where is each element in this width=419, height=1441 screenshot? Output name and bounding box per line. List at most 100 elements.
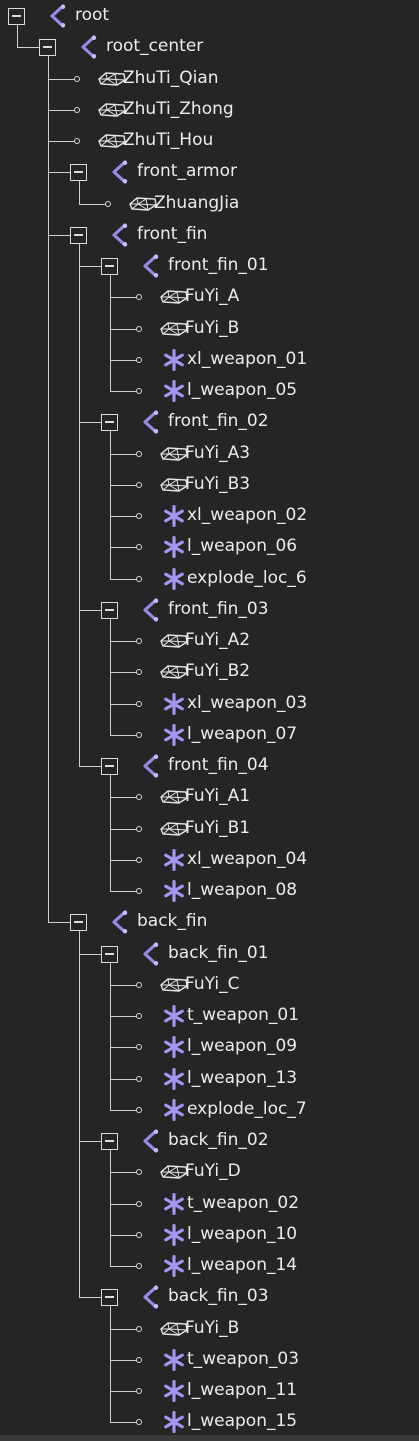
- locator-icon: [164, 1411, 184, 1434]
- leaf-node-dot: [74, 75, 80, 82]
- tree-branch-line: [79, 1297, 101, 1299]
- locator-icon: [164, 1380, 184, 1402]
- tree-branch-line: [110, 359, 137, 361]
- leaf-node-dot: [136, 513, 142, 519]
- tree-branch-line: [110, 1422, 137, 1424]
- collapse-toggle[interactable]: [101, 1289, 118, 1307]
- tree-branch-line: [110, 703, 137, 705]
- tree-node-label: t_weapon_03: [187, 1348, 300, 1369]
- tree-node-label: ZhuTi_Qian: [123, 67, 219, 88]
- tree-branch-line: [110, 891, 137, 892]
- tree-branch-line: [110, 1234, 137, 1236]
- tree-node-label: explode_loc_6: [187, 567, 307, 588]
- collapse-toggle[interactable]: [101, 1133, 118, 1150]
- collapse-toggle[interactable]: [70, 226, 87, 244]
- collapse-toggle[interactable]: [8, 8, 25, 25]
- tree-branch-line: [110, 734, 137, 736]
- tree-node-label: front_fin_03: [168, 598, 269, 619]
- tree-branch-line: [110, 297, 137, 299]
- tree-node-label: l_weapon_10: [187, 1223, 298, 1244]
- tree-branch-line: [110, 1047, 137, 1049]
- bone-icon: [143, 941, 159, 966]
- tree-node-label: FuYi_B3: [185, 473, 251, 494]
- tree-node-label: l_weapon_06: [187, 536, 298, 557]
- tree-branch-line: [110, 328, 137, 330]
- collapse-toggle[interactable]: [39, 39, 56, 57]
- tree-branch-line: [110, 828, 137, 830]
- collapse-toggle[interactable]: [101, 945, 118, 963]
- bone-icon: [143, 598, 159, 622]
- tree-node-root-center[interactable]: [0, 33, 419, 61]
- tree-branch-line: [110, 1172, 137, 1174]
- tree-branch-line: [110, 578, 137, 580]
- tree-node-label: FuYi_A: [185, 286, 240, 307]
- tree-branch-line: [110, 641, 137, 642]
- horizontal-scrollbar[interactable]: [0, 1435, 419, 1441]
- tree-node-label: FuYi_A1: [185, 786, 251, 807]
- leaf-node-dot: [136, 1388, 142, 1394]
- tree-node-label: l_weapon_14: [187, 1255, 298, 1275]
- leaf-node-dot: [105, 200, 111, 207]
- tree-branch-line: [110, 1203, 137, 1205]
- tree-node-label: xl_weapon_01: [187, 348, 308, 369]
- leaf-node-dot: [136, 325, 142, 332]
- collapse-toggle[interactable]: [101, 258, 118, 275]
- tree-node-label: l_weapon_08: [187, 880, 298, 900]
- locator-icon: [164, 692, 184, 715]
- leaf-node-dot: [136, 1263, 142, 1269]
- leaf-node-dot: [74, 138, 80, 144]
- bone-icon: [143, 1285, 159, 1309]
- locator-icon: [164, 848, 184, 871]
- tree-branch-line: [79, 1141, 101, 1142]
- tree-branch-line: [110, 1359, 137, 1361]
- bone-icon: [112, 160, 128, 184]
- tree-node-label: FuYi_B1: [185, 817, 251, 838]
- bone-icon: [112, 223, 128, 247]
- leaf-node-dot: [136, 1013, 142, 1019]
- bone-icon: [143, 754, 159, 778]
- leaf-node-dot: [136, 356, 142, 363]
- collapse-toggle[interactable]: [70, 164, 87, 182]
- outliner-tree: root root_center ZhuTi_Qian ZhuTi_Zhong ZhuT…: [0, 0, 419, 1441]
- tree-node-label: l_weapon_05: [187, 380, 298, 400]
- locator-icon: [164, 723, 184, 746]
- leaf-node-dot: [136, 888, 142, 894]
- leaf-node-dot: [136, 1075, 142, 1082]
- tree-node-label: l_weapon_15: [187, 1411, 298, 1432]
- locator-icon: [164, 567, 184, 590]
- collapse-toggle[interactable]: [101, 414, 118, 432]
- tree-branch-line: [79, 203, 106, 205]
- tree-node-label: FuYi_B: [185, 1317, 240, 1338]
- leaf-node-dot: [74, 106, 80, 113]
- tree-node-label: FuYi_B: [185, 317, 240, 338]
- tree-branch-line: [17, 47, 39, 49]
- tree-node-label: ZhuTi_Hou: [123, 130, 214, 150]
- tree-node-label: root: [75, 5, 110, 25]
- tree-branch-line: [79, 766, 101, 767]
- tree-node-label: root_center: [106, 36, 204, 57]
- tree-node-label: FuYi_B2: [185, 661, 251, 682]
- leaf-node-dot: [136, 700, 142, 707]
- collapse-toggle[interactable]: [101, 758, 118, 775]
- locator-icon: [164, 348, 184, 371]
- tree-branch-line: [110, 516, 137, 517]
- tree-node-label: l_weapon_09: [187, 1036, 298, 1057]
- tree-node-label: xl_weapon_04: [187, 848, 308, 869]
- tree-node-label: front_armor: [137, 161, 237, 182]
- tree-branch-line: [110, 1078, 137, 1080]
- leaf-node-dot: [136, 1200, 142, 1207]
- leaf-node-dot: [136, 481, 142, 488]
- collapse-toggle[interactable]: [70, 914, 87, 932]
- leaf-node-dot: [136, 388, 142, 394]
- locator-icon: [164, 1255, 184, 1277]
- tree-branch-line: [48, 78, 75, 80]
- locator-icon: [164, 1192, 184, 1215]
- tree-node-label: xl_weapon_03: [187, 692, 308, 713]
- leaf-node-dot: [136, 1356, 142, 1363]
- tree-node-label: back_fin_03: [168, 1286, 269, 1307]
- tree-branch-line: [79, 609, 101, 611]
- tree-node-label: FuYi_A2: [185, 630, 251, 650]
- leaf-node-dot: [136, 1325, 142, 1332]
- tree-node-label: l_weapon_11: [187, 1380, 298, 1400]
- collapse-toggle[interactable]: [101, 601, 118, 619]
